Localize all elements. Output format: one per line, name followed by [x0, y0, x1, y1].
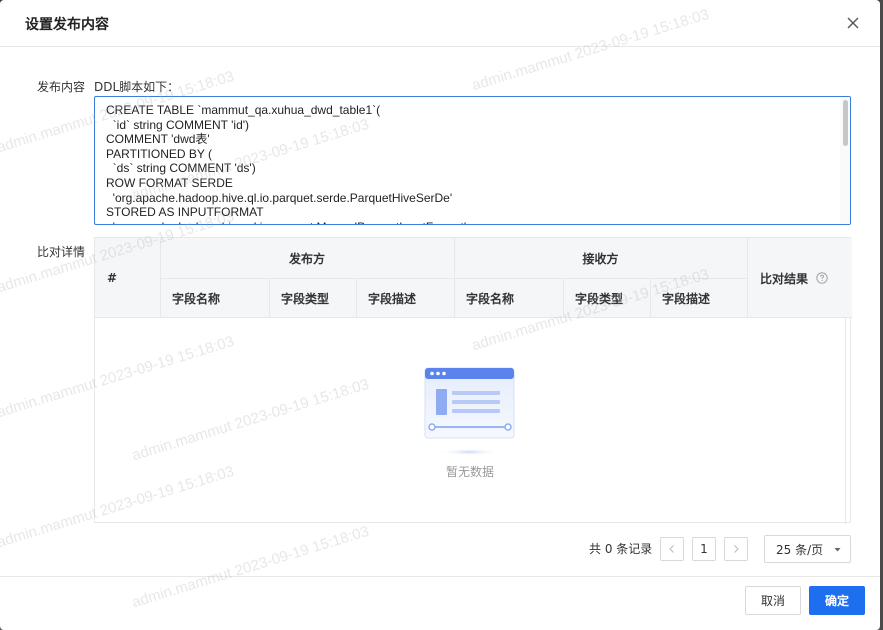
modal-header: 设置发布内容 — [0, 0, 880, 47]
empty-data-text: 暂无数据 — [446, 465, 495, 479]
column-group-publisher: 发布方 — [288, 251, 325, 266]
ddl-scrollbar[interactable] — [840, 97, 850, 224]
modal-title: 设置发布内容 — [25, 17, 109, 33]
column-header-result: 比对结果 — [760, 238, 828, 318]
divider — [845, 318, 846, 524]
caret-down-icon — [834, 548, 841, 552]
publish-content-modal: 设置发布内容 发布内容 DDL脚本如下： CREATE TABLE `mammu… — [0, 0, 880, 630]
divider — [563, 278, 564, 318]
chevron-left-icon — [669, 545, 674, 553]
compare-detail-label: 比对详情 — [37, 245, 86, 259]
column-header-index: # — [107, 271, 118, 285]
divider — [269, 278, 270, 318]
chevron-right-icon — [734, 545, 739, 553]
sub-header-publisher-field-name: 字段名称 — [172, 291, 221, 306]
divider — [747, 238, 748, 318]
close-icon — [847, 17, 859, 29]
divider — [356, 278, 357, 318]
compare-table-header: # 发布方 接收方 比对结果 字段名称 字段类型 字段描述 字段名称 字段类型 … — [95, 238, 852, 318]
column-header-result-label: 比对结果 — [760, 271, 809, 286]
pagination-next-button[interactable] — [724, 537, 748, 561]
publish-content-label: 发布内容 — [37, 80, 86, 94]
page-size-select[interactable]: 25 条/页 — [764, 535, 851, 563]
cancel-button[interactable]: 取消 — [745, 586, 801, 615]
pagination-total: 共 0 条记录 — [589, 542, 653, 556]
ddl-caption: DDL脚本如下： — [94, 80, 180, 94]
pagination-page-1[interactable]: 1 — [692, 537, 716, 561]
sub-header-receiver-field-name: 字段名称 — [466, 291, 515, 306]
confirm-button[interactable]: 确定 — [809, 586, 865, 615]
ddl-scrollbar-thumb[interactable] — [843, 100, 848, 146]
divider — [650, 278, 651, 318]
sub-header-receiver-field-desc: 字段描述 — [662, 291, 711, 306]
page-size-value: 25 条/页 — [776, 542, 824, 557]
column-group-receiver: 接收方 — [582, 251, 619, 266]
help-icon[interactable] — [816, 272, 828, 284]
sub-header-receiver-field-type: 字段类型 — [575, 291, 624, 306]
sub-header-publisher-field-type: 字段类型 — [281, 291, 330, 306]
empty-data-illustration — [424, 367, 515, 456]
sub-header-publisher-field-desc: 字段描述 — [368, 291, 417, 306]
close-button[interactable] — [843, 13, 863, 33]
ddl-script-textarea[interactable]: CREATE TABLE `mammut_qa.xuhua_dwd_table1… — [94, 96, 851, 225]
ddl-script-text: CREATE TABLE `mammut_qa.xuhua_dwd_table1… — [106, 103, 466, 224]
pagination-prev-button[interactable] — [660, 537, 684, 561]
divider — [160, 278, 747, 279]
